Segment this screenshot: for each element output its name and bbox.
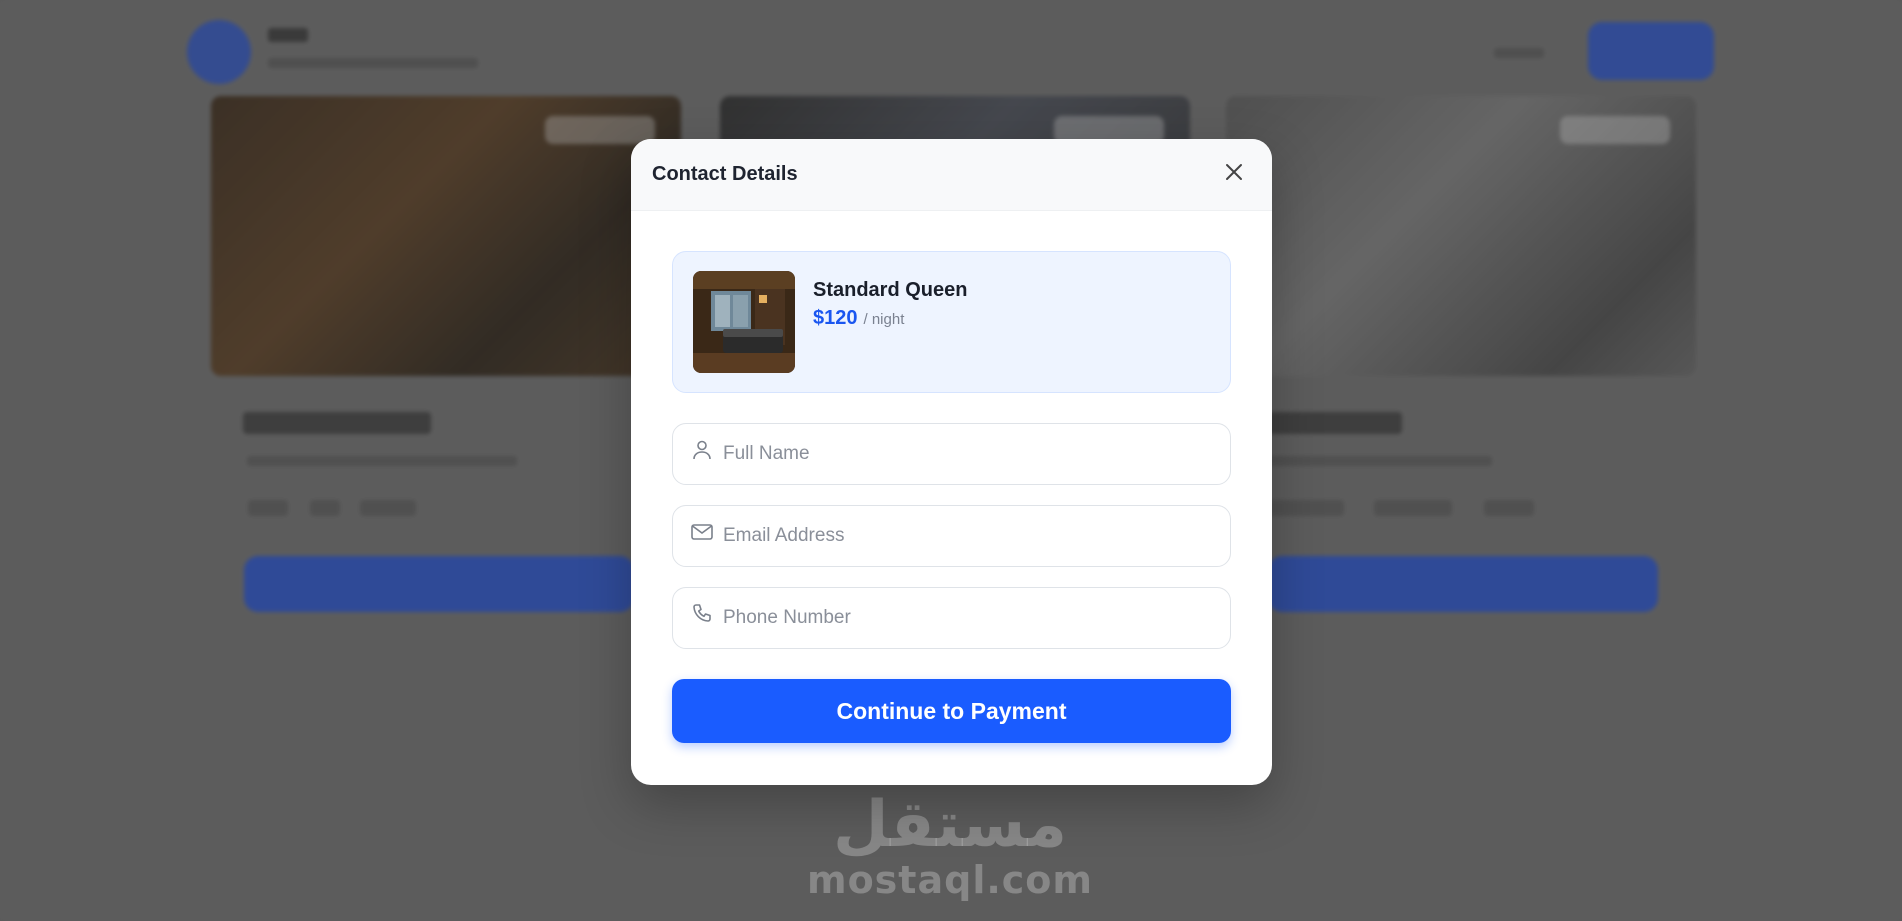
modal-header: Contact Details (631, 139, 1272, 211)
user-icon (689, 437, 715, 463)
close-icon (1225, 163, 1243, 186)
selected-room-card: Standard Queen $120 / night (672, 251, 1231, 393)
full-name-input[interactable] (723, 443, 1214, 465)
room-name: Standard Queen (813, 279, 968, 301)
contact-details-modal: Contact Details Standard Queen $120 / ni… (631, 139, 1272, 785)
room-price-unit: / night (863, 311, 905, 328)
email-field[interactable] (672, 505, 1231, 567)
mail-icon (689, 519, 715, 545)
room-info: Standard Queen $120 / night (813, 271, 967, 373)
room-price: $120 (813, 307, 858, 329)
modal-title: Contact Details (652, 163, 798, 185)
phone-field[interactable] (672, 587, 1231, 649)
close-button[interactable] (1218, 159, 1250, 191)
phone-input[interactable] (723, 607, 1214, 629)
room-price-row: $120 / night (813, 307, 967, 330)
room-thumbnail (693, 271, 795, 373)
phone-icon (689, 601, 715, 627)
full-name-field[interactable] (672, 423, 1231, 485)
modal-body: Standard Queen $120 / night Full Name Em… (631, 211, 1272, 743)
continue-to-payment-button[interactable]: Continue to Payment (672, 679, 1231, 743)
email-input[interactable] (723, 525, 1214, 547)
